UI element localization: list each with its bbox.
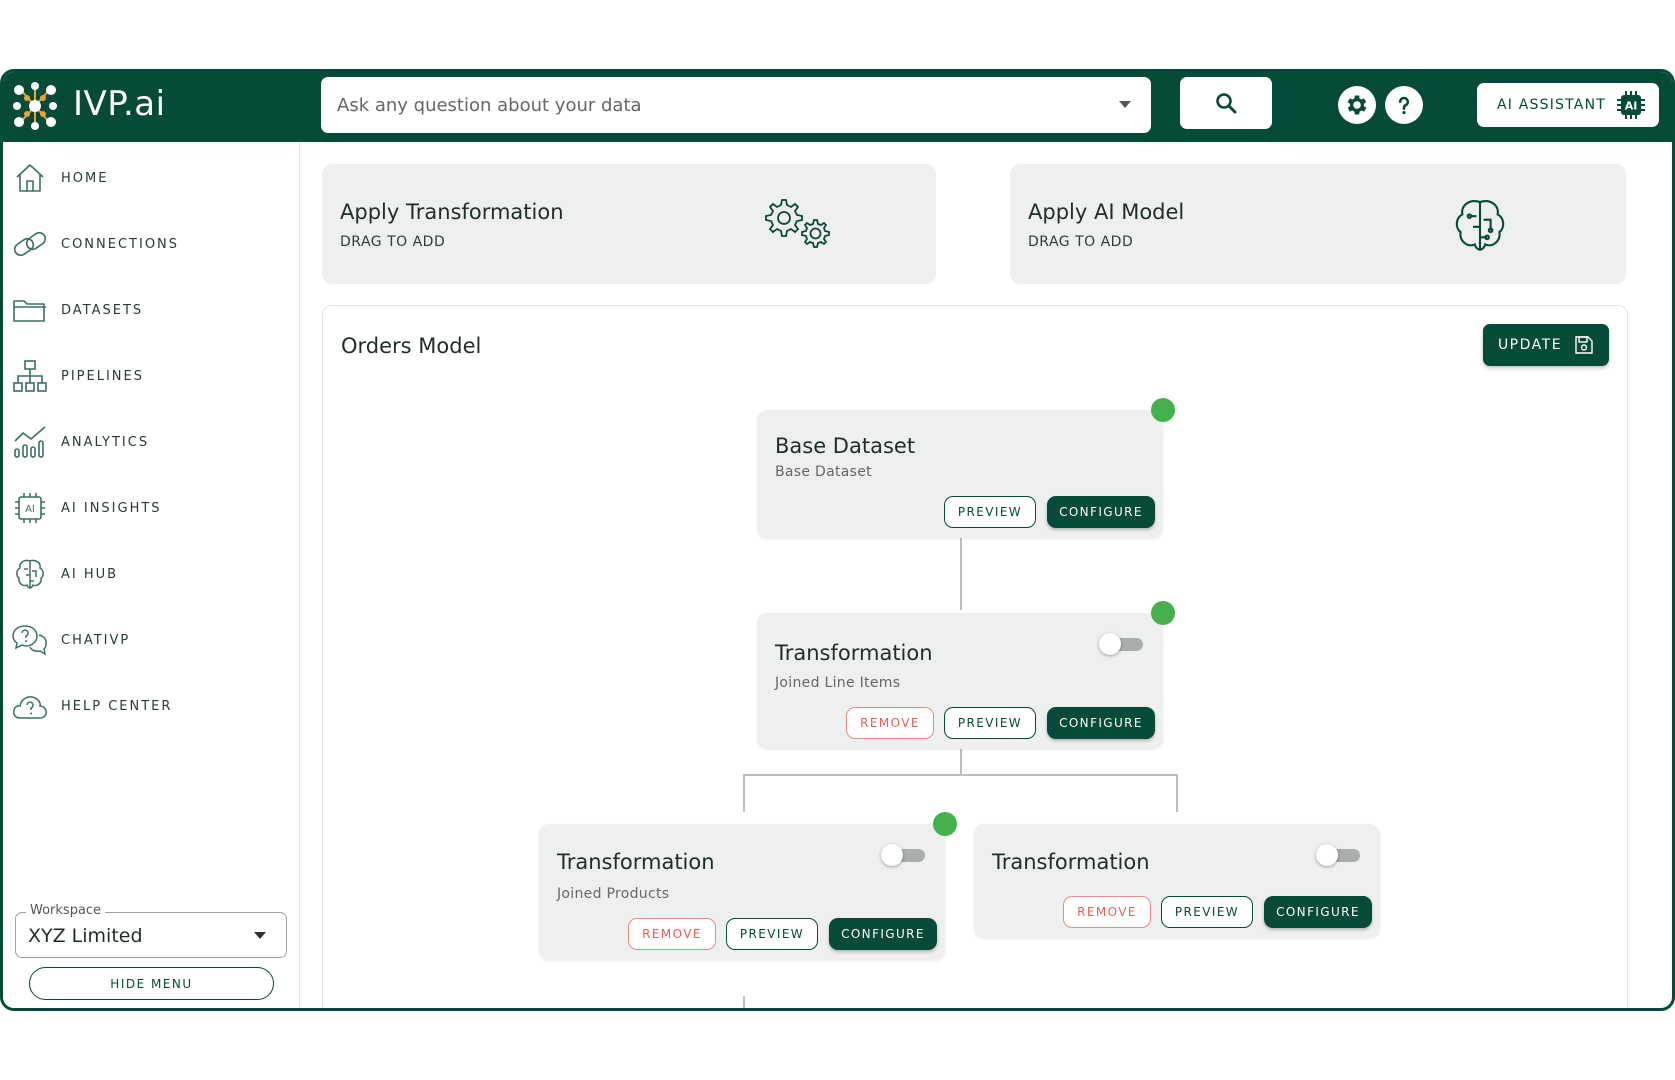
status-indicator (933, 812, 957, 836)
status-indicator (1151, 601, 1175, 625)
hide-menu-button[interactable]: HIDE MENU (29, 967, 274, 1000)
connector-line (743, 996, 745, 1008)
tool-title: Apply Transformation (340, 200, 564, 224)
sidebar-item-label: CHATIVP (61, 632, 131, 648)
sidebar-item-connections[interactable]: CONNECTIONS (11, 224, 281, 264)
node-title: Transformation (775, 641, 933, 665)
sidebar-item-chativp[interactable]: CHATIVP (11, 620, 281, 660)
node-toggle[interactable] (1316, 844, 1362, 866)
link-icon (13, 231, 47, 257)
sidebar-item-label: DATASETS (61, 302, 144, 318)
workspace-label: Workspace (26, 903, 106, 918)
svg-text:AI: AI (25, 504, 35, 515)
sidebar-item-label: PIPELINES (61, 368, 144, 384)
home-icon (16, 164, 44, 192)
app-window: IVP.ai AI ASSISTANT (0, 69, 1675, 1011)
ai-chip-icon: AI (15, 493, 45, 523)
workspace-value: XYZ Limited (28, 925, 143, 947)
node-toggle[interactable] (1099, 633, 1145, 655)
sidebar-item-analytics[interactable]: ANALYTICS (11, 422, 281, 462)
ask-question-search[interactable] (321, 77, 1151, 133)
configure-button[interactable]: CONFIGURE (1264, 896, 1372, 928)
transformation-node[interactable]: Transformation Joined Products REMOVE PR… (539, 812, 957, 960)
brand-name: IVP.ai (73, 84, 166, 124)
sidebar-item-label: AI HUB (61, 566, 119, 582)
workspace-select[interactable]: Workspace XYZ Limited (15, 903, 287, 958)
chat-help-icon (12, 625, 47, 656)
model-canvas: Orders Model UPDATE Base Dataset Base Da… (322, 305, 1628, 1008)
sidebar-item-label: ANALYTICS (61, 434, 150, 450)
gears-icon (765, 199, 830, 248)
node-toggle[interactable] (881, 844, 927, 866)
logo-icon (13, 82, 57, 130)
configure-button[interactable]: CONFIGURE (829, 918, 937, 950)
ask-question-input[interactable] (337, 94, 1097, 116)
update-button[interactable]: UPDATE (1483, 324, 1609, 366)
remove-button[interactable]: REMOVE (1063, 896, 1151, 928)
model-title: Orders Model (341, 334, 482, 358)
search-icon (1216, 93, 1237, 114)
sidebar-item-label: HOME (61, 170, 109, 186)
top-bar: IVP.ai AI ASSISTANT (3, 72, 1672, 142)
brain-icon (16, 559, 44, 589)
preview-button[interactable]: PREVIEW (726, 918, 818, 950)
analytics-icon (14, 426, 46, 458)
help-button[interactable] (1385, 86, 1423, 124)
sidebar: HOME CONNECTIONS DATASETS PIPELINES ANAL… (3, 142, 300, 1008)
tool-title: Apply AI Model (1028, 200, 1185, 224)
sidebar-item-ai-hub[interactable]: AI HUB (11, 554, 281, 594)
ai-assistant-button[interactable]: AI ASSISTANT AI (1477, 83, 1659, 127)
brain-icon (1455, 200, 1505, 251)
connector-line (743, 774, 1178, 776)
sidebar-item-ai-insights[interactable]: AI AI INSIGHTS (11, 488, 281, 528)
node-title: Transformation (992, 850, 1150, 874)
transformation-node[interactable]: Transformation REMOVE PREVIEW CONFIGURE (974, 824, 1380, 938)
preview-button[interactable]: PREVIEW (944, 707, 1036, 739)
node-subtitle: Base Dataset (775, 464, 872, 480)
tool-subtitle: DRAG TO ADD (1028, 234, 1134, 250)
main-content: Apply Transformation DRAG TO ADD Apply A… (300, 142, 1672, 1008)
node-title: Base Dataset (775, 434, 916, 458)
chevron-down-icon (254, 932, 266, 939)
folder-icon (13, 300, 46, 322)
svg-text:AI: AI (1625, 100, 1638, 113)
connector-line (743, 774, 745, 812)
preview-button[interactable]: PREVIEW (944, 496, 1036, 528)
update-label: UPDATE (1497, 337, 1563, 353)
sidebar-item-datasets[interactable]: DATASETS (11, 290, 281, 330)
connector-line (1176, 774, 1178, 812)
status-indicator (1151, 398, 1175, 422)
sidebar-item-help-center[interactable]: HELP CENTER (11, 686, 281, 726)
gear-icon (1347, 95, 1367, 115)
tool-subtitle: DRAG TO ADD (340, 234, 446, 250)
node-title: Transformation (557, 850, 715, 874)
chevron-down-icon[interactable] (1119, 101, 1131, 108)
sidebar-item-pipelines[interactable]: PIPELINES (11, 356, 281, 396)
save-icon (1575, 336, 1593, 354)
question-icon (1398, 96, 1410, 115)
connector-line (960, 538, 962, 610)
remove-button[interactable]: REMOVE (846, 707, 934, 739)
ai-assistant-label: AI ASSISTANT (1497, 97, 1606, 113)
apply-transformation-tool[interactable]: Apply Transformation DRAG TO ADD (322, 164, 936, 284)
remove-button[interactable]: REMOVE (628, 918, 716, 950)
search-button[interactable] (1180, 77, 1272, 129)
node-subtitle: Joined Line Items (775, 675, 901, 691)
apply-ai-model-tool[interactable]: Apply AI Model DRAG TO ADD (1010, 164, 1626, 284)
configure-button[interactable]: CONFIGURE (1047, 707, 1155, 739)
sidebar-item-label: AI INSIGHTS (61, 500, 162, 516)
preview-button[interactable]: PREVIEW (1161, 896, 1253, 928)
configure-button[interactable]: CONFIGURE (1047, 496, 1155, 528)
sidebar-item-label: CONNECTIONS (61, 236, 180, 252)
node-subtitle: Joined Products (557, 886, 670, 902)
hierarchy-icon (13, 360, 47, 392)
transformation-node[interactable]: Transformation Joined Line Items REMOVE … (757, 601, 1175, 749)
settings-button[interactable] (1338, 86, 1376, 124)
base-dataset-node[interactable]: Base Dataset Base Dataset PREVIEW CONFIG… (757, 398, 1175, 538)
sidebar-item-label: HELP CENTER (61, 698, 173, 714)
ai-chip-icon: AI (1617, 91, 1645, 119)
sidebar-item-home[interactable]: HOME (11, 158, 281, 198)
cloud-help-icon (13, 696, 47, 719)
